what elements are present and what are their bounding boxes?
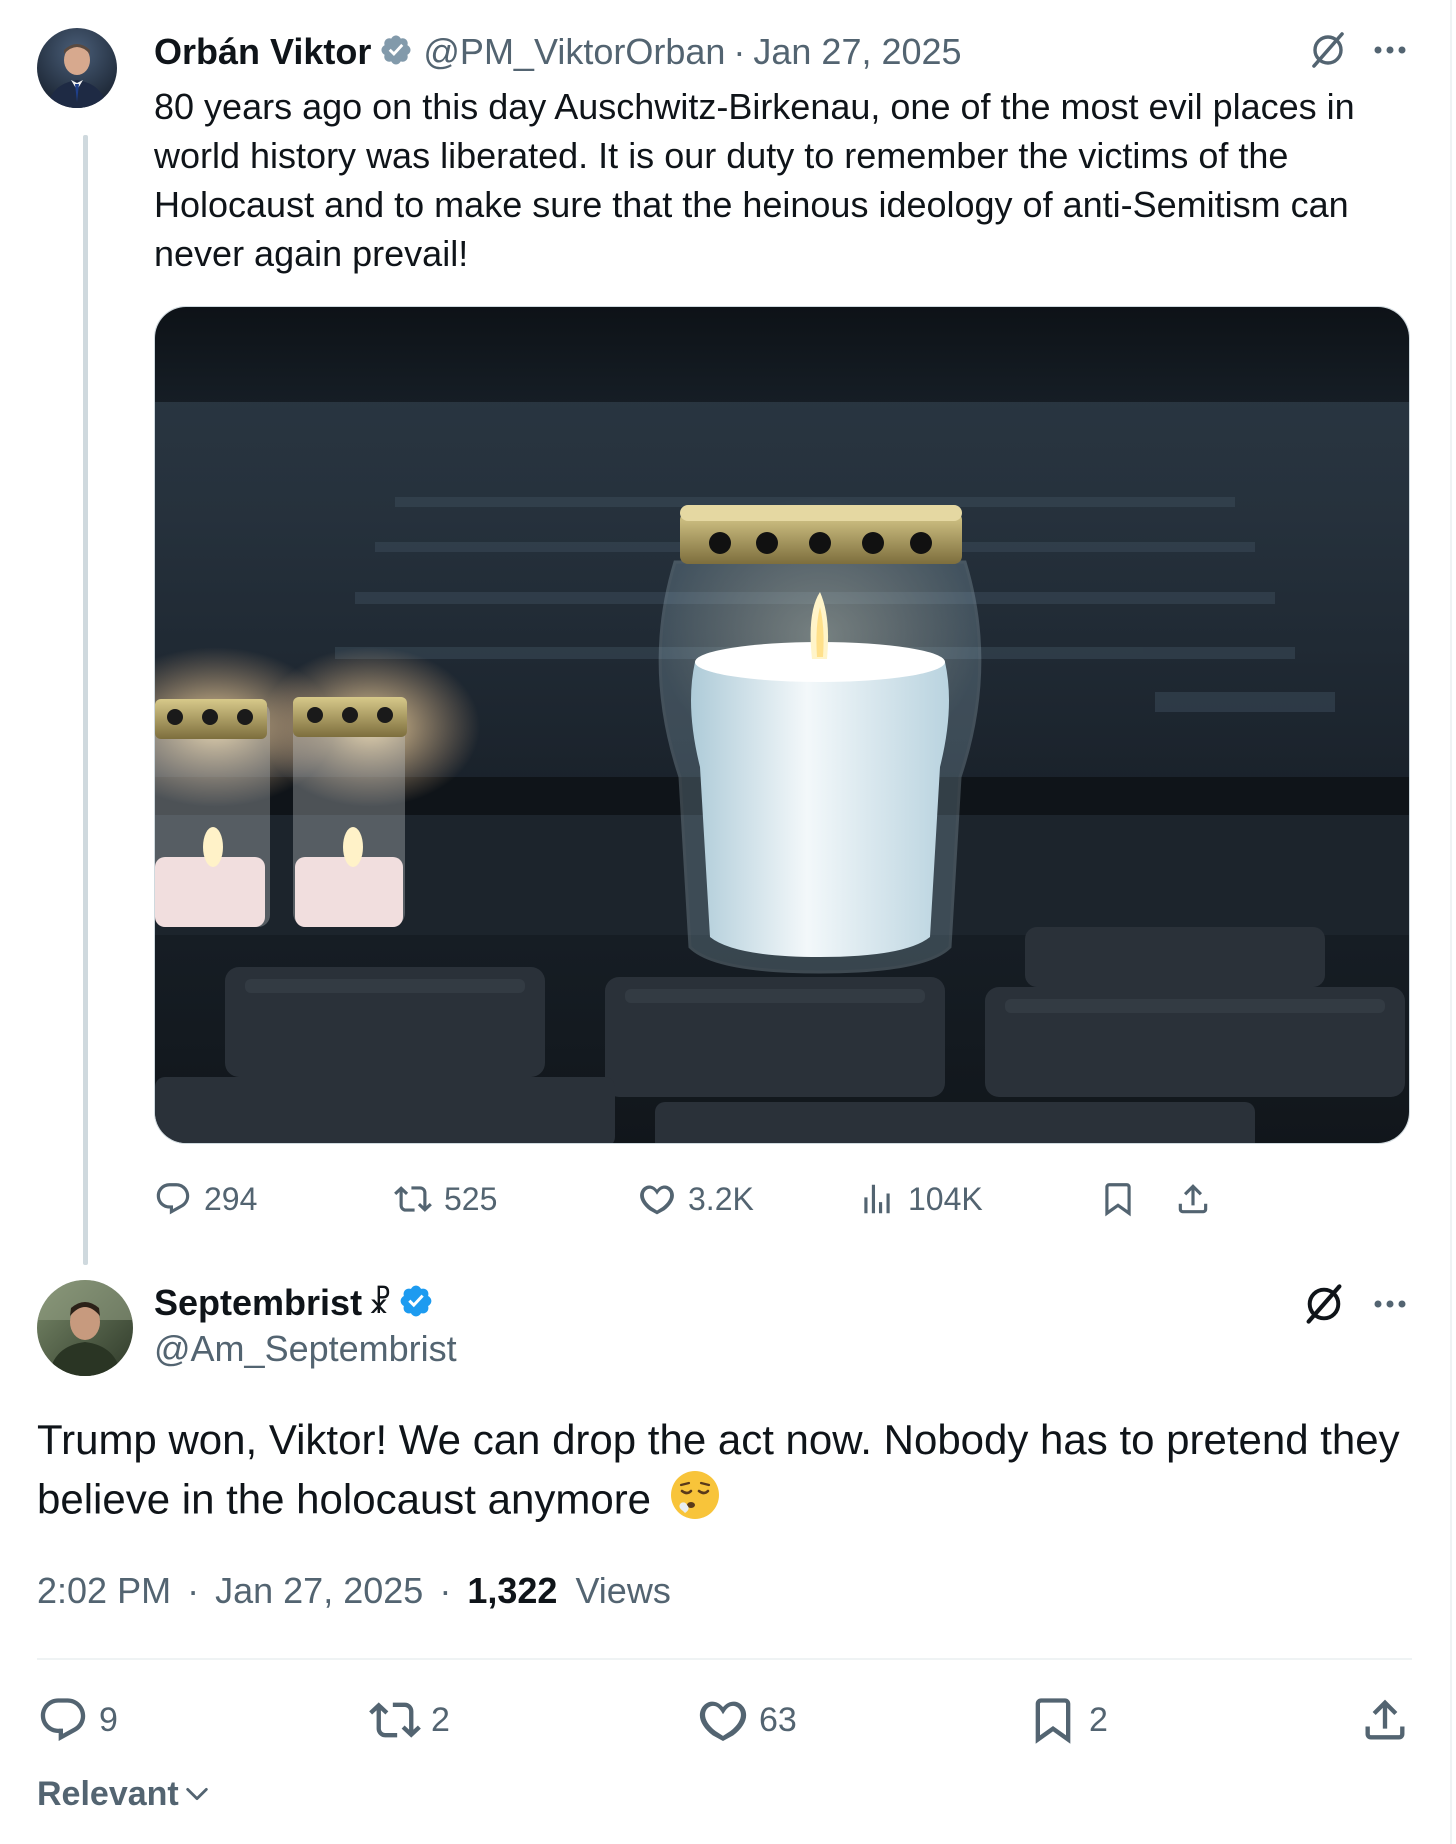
bookmark-icon — [1035, 1698, 1071, 1744]
parent-tweet-text: 80 years ago on this day Auschwitz-Birke… — [154, 86, 1355, 274]
like-icon — [699, 1701, 747, 1742]
sort-replies-dropdown[interactable]: Relevant — [37, 1772, 211, 1816]
like-count: 63 — [759, 1700, 797, 1739]
repost-icon — [369, 1702, 421, 1738]
reply-time[interactable]: 2:02 PM — [37, 1570, 171, 1611]
repost-button[interactable]: 525 — [394, 1176, 497, 1222]
meta-separator: · — [439, 1570, 452, 1611]
parent-handle[interactable]: @PM_ViktorOrban — [423, 31, 725, 73]
like-count: 3.2K — [688, 1180, 754, 1217]
bookmark-button[interactable] — [1099, 1176, 1149, 1222]
reply-button[interactable]: 9 — [37, 1692, 118, 1748]
verified-badge-icon — [379, 33, 413, 72]
verified-badge-icon — [398, 1283, 434, 1324]
reply-header: Septembrist ☧ — [154, 1280, 444, 1326]
reply-icon — [40, 1698, 86, 1742]
more-icon[interactable] — [1372, 1292, 1408, 1321]
actions-divider — [37, 1658, 1412, 1660]
repost-count: 2 — [431, 1700, 450, 1739]
reply-count: 9 — [99, 1700, 118, 1739]
bookmark-icon — [1105, 1183, 1131, 1217]
reply-button[interactable]: 294 — [154, 1176, 257, 1222]
column-border — [1450, 0, 1452, 1844]
views-icon — [864, 1184, 890, 1214]
sort-label: Relevant — [37, 1774, 179, 1813]
reply-meta: 2:02 PM · Jan 27, 2025 · 1,322 Views — [37, 1566, 671, 1616]
parent-media-image[interactable] — [154, 306, 1410, 1144]
bookmark-button[interactable]: 2 — [1027, 1692, 1108, 1748]
share-icon — [1178, 1184, 1208, 1214]
post-thread: Orbán Viktor @PM_ViktorOrban · Jan 27, 2… — [0, 0, 1456, 1844]
like-button[interactable]: 3.2K — [638, 1176, 754, 1222]
name-symbol: ☧ — [368, 1286, 392, 1320]
chevron-down-icon — [186, 1787, 208, 1801]
reply-avatar[interactable] — [37, 1280, 133, 1376]
like-button[interactable]: 63 — [697, 1692, 797, 1748]
views-button[interactable]: 104K — [858, 1176, 983, 1222]
reply-handle[interactable]: @Am_Septembrist — [154, 1326, 457, 1372]
thread-connector-line — [83, 135, 88, 1265]
reply-date[interactable]: Jan 27, 2025 — [215, 1570, 423, 1611]
share-button[interactable] — [1359, 1692, 1421, 1748]
parent-header: Orbán Viktor @PM_ViktorOrban · Jan 27, 2… — [154, 28, 962, 76]
reply-icon — [156, 1183, 190, 1215]
parent-actions: 294 525 3.2K 104K — [154, 1176, 1416, 1222]
parent-avatar[interactable] — [37, 28, 117, 108]
share-icon — [1365, 1699, 1405, 1740]
like-icon — [640, 1185, 674, 1215]
reply-author-name[interactable]: Septembrist — [154, 1282, 362, 1324]
share-button[interactable] — [1174, 1176, 1224, 1222]
header-separator: · — [733, 31, 746, 72]
parent-author-name[interactable]: Orbán Viktor — [154, 31, 371, 73]
more-icon[interactable] — [1372, 38, 1408, 67]
parent-date[interactable]: Jan 27, 2025 — [753, 31, 961, 73]
grok-icon[interactable] — [1308, 30, 1348, 75]
reply-actions: 9 2 63 2 — [37, 1692, 1417, 1748]
views-count: 104K — [908, 1180, 983, 1217]
meta-separator: · — [187, 1570, 200, 1611]
repost-count: 525 — [444, 1180, 498, 1217]
reply-tweet-text: Trump won, Viktor! We can drop the act n… — [37, 1410, 1417, 1536]
grok-icon[interactable] — [1302, 1282, 1346, 1331]
repost-icon — [394, 1186, 432, 1212]
repost-button[interactable]: 2 — [369, 1692, 450, 1748]
reply-views-label: Views — [575, 1570, 671, 1611]
reply-views-count: 1,322 — [467, 1570, 558, 1611]
reply-count: 294 — [204, 1180, 258, 1217]
bookmark-count: 2 — [1089, 1700, 1108, 1739]
exhale-emoji-icon — [669, 1469, 721, 1536]
